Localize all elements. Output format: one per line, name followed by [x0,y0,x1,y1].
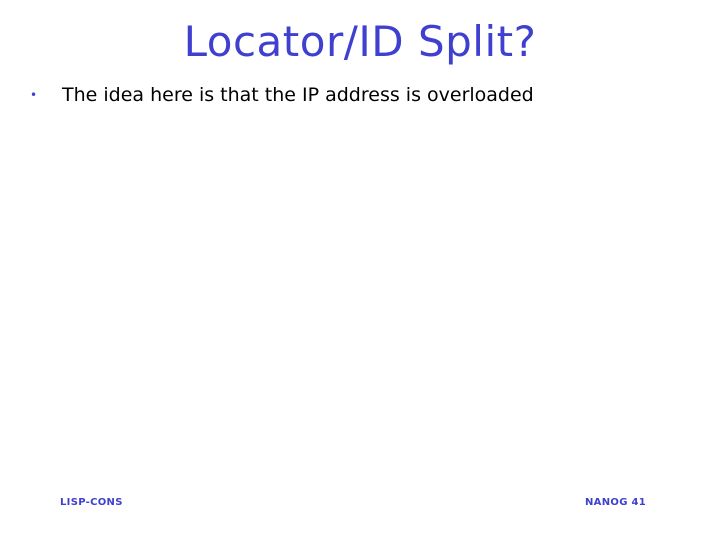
bullet-marker-icon: • [30,88,38,102]
slide-title: Locator/ID Split? [183,17,537,66]
bullet-list: • The idea here is that the IP address i… [30,80,690,110]
footer-left-label: LISP-CONS [60,497,123,508]
bullet-text: The idea here is that the IP address is … [62,84,534,106]
footer-right-label: NANOG 41 [585,497,646,508]
slide: Locator/ID Split? • The idea here is tha… [0,0,720,540]
bullet-item: • The idea here is that the IP address i… [30,80,690,110]
